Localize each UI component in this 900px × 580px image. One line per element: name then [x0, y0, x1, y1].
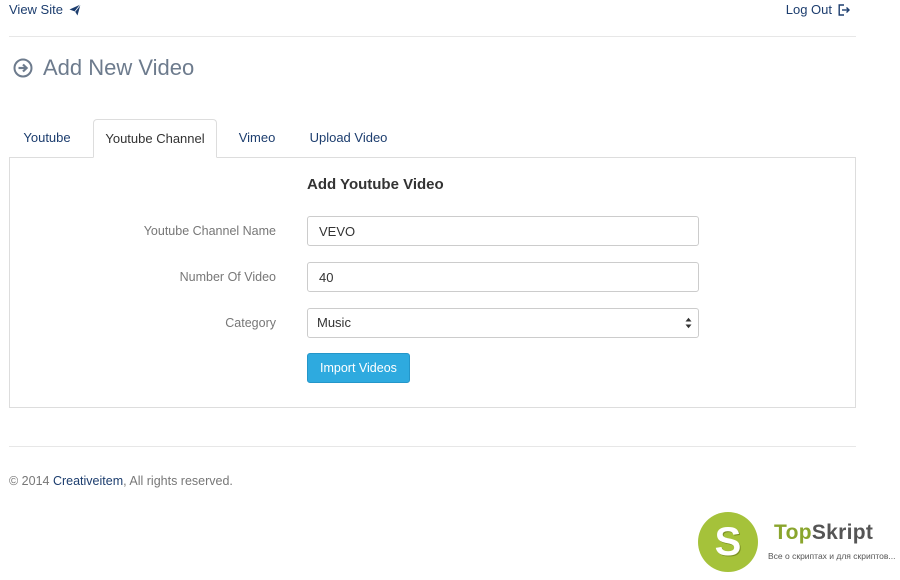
channel-name-input[interactable]: [307, 216, 699, 246]
select-arrows-icon: [685, 317, 692, 329]
top-bar: View Site Log Out: [9, 0, 856, 37]
channel-name-label: Youtube Channel Name: [143, 224, 276, 238]
form-heading: Add Youtube Video: [307, 176, 444, 193]
number-of-video-label: Number Of Video: [179, 270, 276, 284]
page-title-text: Add New Video: [43, 55, 195, 80]
tab-vimeo[interactable]: Vimeo: [225, 119, 289, 157]
watermark-tagline: Все о скриптах и для скриптов...: [768, 551, 896, 561]
watermark-name-skript: Skript: [811, 521, 874, 544]
watermark-logo-icon: S: [698, 512, 758, 572]
log-out-label: Log Out: [785, 2, 832, 17]
topskript-watermark: S TopSkript Все о скриптах и для скрипто…: [698, 512, 896, 574]
sign-out-icon: [838, 3, 850, 16]
tab-youtube-channel[interactable]: Youtube Channel: [93, 119, 217, 158]
circle-arrow-right-icon: [13, 58, 33, 78]
import-videos-button[interactable]: Import Videos: [307, 353, 410, 383]
category-selected-value: Music: [317, 315, 351, 330]
watermark-name: TopSkript: [774, 521, 873, 545]
category-label: Category: [225, 316, 276, 330]
watermark-name-top: Top: [774, 521, 812, 544]
view-site-link[interactable]: View Site: [9, 2, 81, 17]
page-title: Add New Video: [13, 55, 194, 81]
paper-plane-icon: [69, 3, 81, 15]
tab-upload-video[interactable]: Upload Video: [299, 119, 398, 157]
footer: © 2014 Creativeitem, All rights reserved…: [9, 474, 233, 488]
page: View Site Log Out Add New Video Youtube …: [0, 0, 900, 580]
tab-youtube[interactable]: Youtube: [9, 119, 85, 157]
number-of-video-input[interactable]: [307, 262, 699, 292]
watermark-letter: S: [714, 520, 742, 564]
tab-bar: Youtube Youtube Channel Vimeo Upload Vid…: [9, 119, 856, 158]
form-panel: Add Youtube Video Youtube Channel Name N…: [9, 157, 856, 408]
footer-suffix: , All rights reserved.: [123, 474, 233, 488]
view-site-label: View Site: [9, 2, 63, 17]
category-select[interactable]: Music: [307, 308, 699, 338]
footer-divider: [9, 446, 856, 447]
footer-prefix: © 2014: [9, 474, 53, 488]
footer-company-link[interactable]: Creativeitem: [53, 474, 123, 488]
log-out-link[interactable]: Log Out: [786, 2, 850, 17]
